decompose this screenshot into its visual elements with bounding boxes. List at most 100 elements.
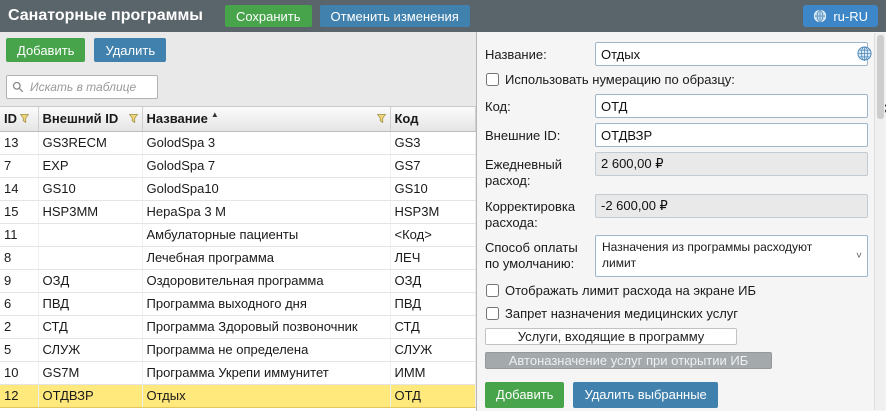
forbid-medical-services-checkbox[interactable]: [486, 307, 499, 320]
table-cell-name: Лечебная программа: [142, 246, 390, 269]
table-row[interactable]: 9ОЗДОздоровительная программаОЗД: [0, 269, 476, 292]
table-cell-id: 2: [0, 315, 38, 338]
table-cell-code: HSP3M: [390, 200, 476, 223]
external-ids-input[interactable]: [595, 123, 868, 147]
table-cell-id: 6: [0, 292, 38, 315]
table-cell-ext: GS3RECM: [38, 131, 142, 154]
table-row[interactable]: 11Амбулаторные пациенты<Код>: [0, 223, 476, 246]
filter-icon[interactable]: [129, 114, 138, 123]
topbar: Санаторные программы Сохранить Отменить …: [0, 0, 886, 32]
locale-button[interactable]: ru-RU: [803, 5, 878, 27]
delete-selected-button[interactable]: Удалить выбранные: [573, 382, 717, 408]
table-cell-name: GolodSpa 7: [142, 154, 390, 177]
table-cell-ext: GS10: [38, 177, 142, 200]
expense-adjustment-label: Корректировка расхода:: [485, 194, 595, 231]
save-button[interactable]: Сохранить: [225, 5, 312, 27]
table-cell-id: 5: [0, 338, 38, 361]
daily-expense-label: Ежедневный расход:: [485, 152, 595, 189]
table-cell-name: Программа выходного дня: [142, 292, 390, 315]
column-header-code[interactable]: Код: [390, 107, 476, 131]
table-cell-ext: EXP: [38, 154, 142, 177]
table-row[interactable]: 8 Лечебная программаЛЕЧ: [0, 246, 476, 269]
chevron-down-icon: ˅: [856, 250, 862, 263]
globe-icon: [813, 9, 827, 23]
table-cell-code: ОТД: [390, 384, 476, 407]
table-row[interactable]: 12ОТДВЗРОтдыхОТД: [0, 384, 476, 407]
table-cell-code: ЛЕЧ: [390, 246, 476, 269]
code-input[interactable]: [595, 94, 868, 118]
table-cell-id: 7: [0, 154, 38, 177]
filter-icon[interactable]: [20, 114, 29, 123]
table-search[interactable]: [6, 75, 158, 99]
cancel-changes-button[interactable]: Отменить изменения: [320, 5, 470, 27]
use-numbering-checkbox[interactable]: [486, 73, 499, 86]
code-label: Код:: [485, 94, 595, 115]
table-cell-name: GolodSpa 3: [142, 131, 390, 154]
programs-table: ID Внешний ID Название ▲: [0, 106, 476, 411]
table-cell-code: СТД: [390, 315, 476, 338]
table-cell-name: Оздоровительная программа: [142, 269, 390, 292]
expense-adjustment-value: [595, 194, 868, 218]
form-actions: Добавить Удалить выбранные: [485, 382, 868, 408]
payment-method-label: Способ оплаты по умолчанию:: [485, 235, 595, 272]
list-toolbar: Добавить Удалить: [0, 32, 476, 64]
column-header-name[interactable]: Название ▲: [142, 107, 390, 131]
table-cell-name: Программа Здоровый позвоночник: [142, 315, 390, 338]
table-cell-code: СЛУЖ: [390, 338, 476, 361]
form-add-button[interactable]: Добавить: [485, 382, 564, 408]
table-cell-code: GS3: [390, 131, 476, 154]
delete-program-button[interactable]: Удалить: [94, 38, 166, 62]
page-title: Санаторные программы: [8, 7, 203, 25]
content: Добавить Удалить ID: [0, 32, 886, 411]
search-icon: [12, 81, 24, 93]
table-cell-code: ПВД: [390, 292, 476, 315]
add-program-button[interactable]: Добавить: [6, 38, 85, 62]
table-cell-id: 9: [0, 269, 38, 292]
table-row[interactable]: 15HSP3MMHepaSpa 3 МHSP3M: [0, 200, 476, 223]
table-row[interactable]: 13GS3RECMGolodSpa 3GS3: [0, 131, 476, 154]
table-row[interactable]: 2СТДПрограмма Здоровый позвоночникСТД: [0, 315, 476, 338]
locale-label: ru-RU: [833, 9, 868, 24]
included-services-button[interactable]: Услуги, входящие в программу: [485, 328, 737, 345]
table-row[interactable]: 10GS7MПрограмма Укрепи иммунитетИММ: [0, 361, 476, 384]
table-cell-ext: HSP3MM: [38, 200, 142, 223]
external-ids-label: Внешние ID:: [485, 123, 595, 144]
table-cell-id: 15: [0, 200, 38, 223]
scrollbar-thumb[interactable]: [877, 35, 884, 119]
autoassign-services-button[interactable]: Автоназначение услуг при открытии ИБ: [485, 352, 772, 369]
table-cell-code: <Код>: [390, 223, 476, 246]
search-input[interactable]: [28, 79, 152, 95]
table-row[interactable]: 5СЛУЖПрограмма не определенаСЛУЖ: [0, 338, 476, 361]
vertical-scrollbar[interactable]: [874, 33, 885, 410]
table-header-row: ID Внешний ID Название ▲: [0, 107, 476, 131]
program-details-form: Название: Использовать нумерацию по обра…: [477, 32, 886, 411]
filter-icon[interactable]: [377, 114, 386, 123]
table-cell-name: Отдых: [142, 384, 390, 407]
column-header-ext-id[interactable]: Внешний ID: [38, 107, 142, 131]
table-cell-ext: GS7M: [38, 361, 142, 384]
table-cell-ext: СЛУЖ: [38, 338, 142, 361]
payment-method-select[interactable]: Назначения из программы расходуют лимит …: [595, 235, 868, 276]
table-row[interactable]: 14GS10GolodSpa10GS10: [0, 177, 476, 200]
table-cell-name: Программа Укрепи иммунитет: [142, 361, 390, 384]
sort-asc-icon: ▲: [211, 111, 219, 119]
use-numbering-label: Использовать нумерацию по образцу:: [505, 72, 735, 87]
table-cell-ext: ОЗД: [38, 269, 142, 292]
name-input[interactable]: [595, 42, 868, 66]
table-cell-ext: [38, 223, 142, 246]
table-cell-id: 12: [0, 384, 38, 407]
table-cell-code: ОЗД: [390, 269, 476, 292]
table-row[interactable]: 6ПВДПрограмма выходного дняПВД: [0, 292, 476, 315]
table-cell-id: 8: [0, 246, 38, 269]
column-header-id[interactable]: ID: [0, 107, 38, 131]
table-cell-ext: ПВД: [38, 292, 142, 315]
table-cell-id: 13: [0, 131, 38, 154]
name-label: Название:: [485, 42, 595, 63]
table-cell-ext: ОТДВЗР: [38, 384, 142, 407]
payment-method-value: Назначения из программы расходуют лимит: [602, 240, 812, 270]
table-cell-name: Амбулаторные пациенты: [142, 223, 390, 246]
table-cell-id: 14: [0, 177, 38, 200]
table-cell-ext: СТД: [38, 315, 142, 338]
show-limit-checkbox[interactable]: [486, 284, 499, 297]
table-row[interactable]: 7EXPGolodSpa 7GS7: [0, 154, 476, 177]
